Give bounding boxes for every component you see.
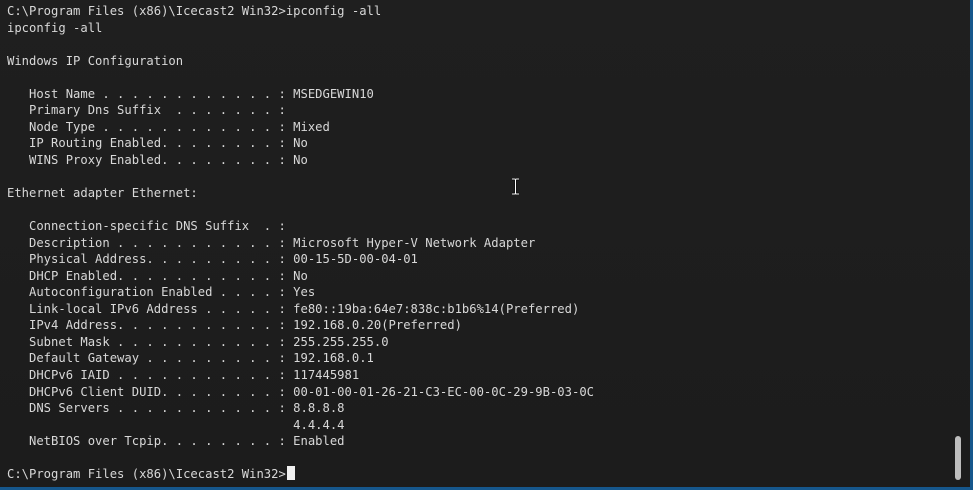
console-line: Windows IP Configuration [7, 53, 184, 68]
console-line: C:\Program Files (x86)\Icecast2 Win32>ip… [7, 4, 382, 18]
console-line: Primary Dns Suffix . . . . . . . : [7, 103, 286, 118]
console-line: Host Name . . . . . . . . . . . . : MSED… [7, 86, 374, 101]
console-line: DHCPv6 Client DUID. . . . . . . . : 00-0… [7, 384, 594, 399]
console-output[interactable]: C:\Program Files (x86)\Icecast2 Win32> ip… [7, 3, 594, 483]
text-ibeam-icon [511, 178, 520, 195]
console-line: DHCPv6 IAID . . . . . . . . . . . : 1174… [7, 368, 360, 383]
console-line: 4.4.4.4 [7, 417, 345, 432]
console-line: IPv4 Address. . . . . . . . . . . : 192.… [7, 318, 462, 333]
console-line: DNS Servers . . . . . . . . . . . : 8.8.… [7, 401, 345, 416]
vertical-scrollbar[interactable] [949, 0, 967, 487]
command-prompt: C:\Program Files (x86)\Icecast2 Win32> [7, 467, 286, 482]
console-line: Link-local IPv6 Address . . . . . : fe80… [7, 301, 580, 316]
console-line: IP Routing Enabled. . . . . . . . : No [7, 136, 308, 151]
console-line: Connection-specific DNS Suffix . : [7, 219, 286, 234]
console-line: WINS Proxy Enabled. . . . . . . . : No [7, 152, 308, 167]
console-window[interactable]: C:\Program Files (x86)\Icecast2 Win32> ip… [0, 0, 973, 490]
console-line: Default Gateway . . . . . . . . . : 192.… [7, 351, 374, 366]
console-line: Description . . . . . . . . . . . : Micr… [7, 235, 536, 250]
console-line: DHCP Enabled. . . . . . . . . . . : No [7, 268, 308, 283]
command-prompt-line[interactable]: C:\Program Files (x86)\Icecast2 Win32> [7, 466, 594, 483]
console-line: Autoconfiguration Enabled . . . . : Yes [7, 285, 316, 300]
console-line: ipconfig -all [7, 20, 103, 35]
console-line: Node Type . . . . . . . . . . . . : Mixe… [7, 119, 330, 134]
scrollbar-thumb[interactable] [955, 436, 961, 480]
console-line: NetBIOS over Tcpip. . . . . . . . : Enab… [7, 434, 345, 449]
console-line: Ethernet adapter Ethernet: [7, 186, 198, 201]
block-cursor [286, 466, 295, 481]
console-line: Physical Address. . . . . . . . . : 00-1… [7, 252, 418, 267]
console-line: Subnet Mask . . . . . . . . . . . : 255.… [7, 334, 389, 349]
